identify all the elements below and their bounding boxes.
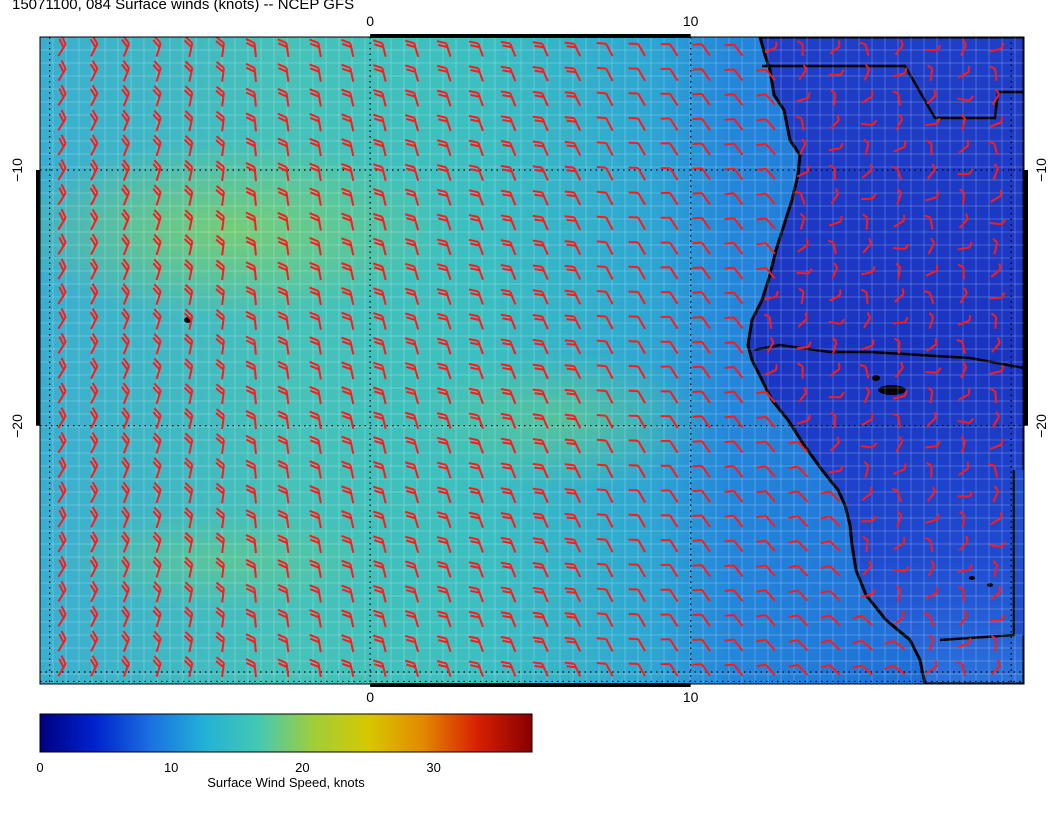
colorbar-tick-label: 20: [295, 760, 310, 775]
colorbar-tick-label: 0: [36, 760, 44, 775]
latitude-tick-label: −20: [9, 413, 25, 438]
frame-bar: [370, 683, 691, 687]
latitude-tick-label: −10: [9, 158, 25, 182]
longitude-tick-label: 10: [682, 13, 699, 29]
longitude-tick-label: 0: [366, 689, 375, 705]
frame-bar: [36, 169, 40, 426]
wind-map: [36, 34, 1028, 753]
colorbar-tick-label: 30: [426, 760, 441, 775]
colorbar: [39, 713, 533, 753]
colorbar-title: Surface Wind Speed, knots: [207, 775, 365, 790]
frame-bar: [1024, 169, 1028, 426]
latitude-tick-label: −10: [1033, 158, 1049, 182]
longitude-tick-label: 0: [366, 13, 375, 29]
longitude-tick-label: 10: [682, 689, 699, 705]
latitude-tick-label: −20: [1033, 413, 1049, 438]
colorbar-tick-label: 10: [163, 760, 179, 775]
frame-bar: [370, 34, 691, 38]
